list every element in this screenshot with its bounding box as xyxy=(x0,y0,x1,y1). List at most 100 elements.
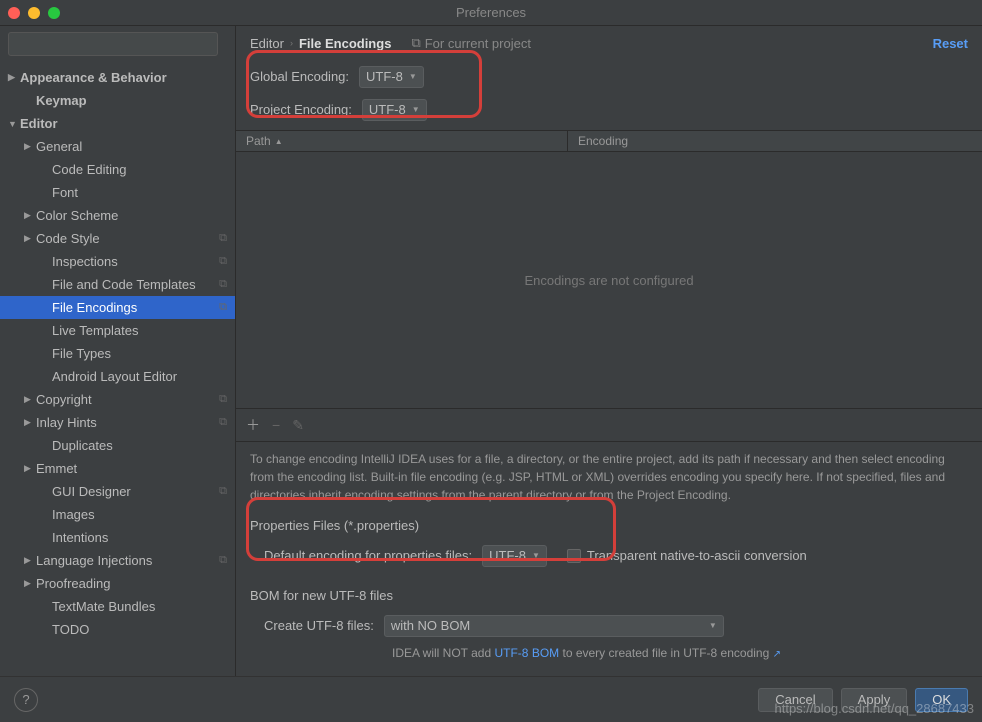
sidebar-item-copyright[interactable]: ▶Copyright⧉ xyxy=(0,388,235,411)
sidebar-item-label: GUI Designer xyxy=(52,484,219,499)
sidebar-item-textmate-bundles[interactable]: TextMate Bundles xyxy=(0,595,235,618)
edit-button[interactable]: ✎ xyxy=(292,417,304,434)
ok-button[interactable]: OK xyxy=(915,688,968,712)
settings-tree: ▶Appearance & BehaviorKeymap▼Editor▶Gene… xyxy=(0,62,235,676)
close-window-button[interactable] xyxy=(8,7,20,19)
properties-default-dropdown[interactable]: UTF-8 ▼ xyxy=(482,545,547,567)
sidebar-item-label: General xyxy=(36,139,227,154)
sidebar-item-label: Emmet xyxy=(36,461,227,476)
sidebar-item-label: Proofreading xyxy=(36,576,227,591)
empty-state-text: Encodings are not configured xyxy=(524,273,693,288)
project-scope-icon: ⧉ xyxy=(219,255,227,268)
chevron-down-icon: ▼ xyxy=(412,105,420,114)
sidebar-item-intentions[interactable]: Intentions xyxy=(0,526,235,549)
tree-arrow-icon: ▶ xyxy=(8,72,20,83)
search-input[interactable] xyxy=(8,32,218,56)
sidebar-item-editor[interactable]: ▼Editor xyxy=(0,112,235,135)
sidebar-item-label: File and Code Templates xyxy=(52,277,219,292)
create-utf8-dropdown[interactable]: with NO BOM ▼ xyxy=(384,615,724,637)
sidebar-item-file-types[interactable]: File Types xyxy=(0,342,235,365)
add-button[interactable]: ＋ xyxy=(246,415,260,435)
sidebar-item-label: Keymap xyxy=(36,93,227,108)
sidebar-item-images[interactable]: Images xyxy=(0,503,235,526)
sidebar-item-label: Code Editing xyxy=(52,162,227,177)
sidebar-item-android-layout-editor[interactable]: Android Layout Editor xyxy=(0,365,235,388)
chevron-down-icon: ▼ xyxy=(709,621,717,630)
sidebar-item-label: Copyright xyxy=(36,392,219,407)
maximize-window-button[interactable] xyxy=(48,7,60,19)
window-title: Preferences xyxy=(456,5,526,20)
sidebar-item-code-style[interactable]: ▶Code Style⧉ xyxy=(0,227,235,250)
remove-button[interactable]: − xyxy=(272,417,280,433)
transparent-ascii-checkbox[interactable] xyxy=(567,549,581,563)
project-scope-icon: ⧉ xyxy=(219,554,227,567)
tree-arrow-icon: ▼ xyxy=(8,119,20,129)
traffic-lights xyxy=(8,7,60,19)
sidebar-item-file-encodings[interactable]: File Encodings⧉ xyxy=(0,296,235,319)
sidebar-item-label: TextMate Bundles xyxy=(52,599,227,614)
column-path[interactable]: Path ▲ xyxy=(236,131,568,151)
bom-note: IDEA will NOT add UTF-8 BOM to every cre… xyxy=(236,642,982,664)
breadcrumb-page: File Encodings xyxy=(299,36,391,51)
tree-arrow-icon: ▶ xyxy=(24,463,36,474)
sidebar-item-file-and-code-templates[interactable]: File and Code Templates⧉ xyxy=(0,273,235,296)
properties-section-title: Properties Files (*.properties) xyxy=(236,512,982,539)
sidebar-item-label: Inlay Hints xyxy=(36,415,219,430)
global-encoding-dropdown[interactable]: UTF-8 ▼ xyxy=(359,66,424,88)
column-encoding[interactable]: Encoding xyxy=(568,131,638,151)
encodings-table-body: Encodings are not configured xyxy=(236,152,982,408)
sidebar-item-color-scheme[interactable]: ▶Color Scheme xyxy=(0,204,235,227)
titlebar: Preferences xyxy=(0,0,982,26)
footer: ? Cancel Apply OK xyxy=(0,676,982,722)
tree-arrow-icon: ▶ xyxy=(24,417,36,428)
tree-arrow-icon: ▶ xyxy=(24,141,36,152)
sidebar-item-label: Live Templates xyxy=(52,323,227,338)
sidebar-item-label: Editor xyxy=(20,116,227,131)
sidebar-item-label: Appearance & Behavior xyxy=(20,70,227,85)
tree-arrow-icon: ▶ xyxy=(24,555,36,566)
help-button[interactable]: ? xyxy=(14,688,38,712)
sidebar-item-font[interactable]: Font xyxy=(0,181,235,204)
project-scope-icon: ⧉ xyxy=(219,278,227,291)
tree-arrow-icon: ▶ xyxy=(24,210,36,221)
sidebar-item-proofreading[interactable]: ▶Proofreading xyxy=(0,572,235,595)
sidebar-item-inspections[interactable]: Inspections⧉ xyxy=(0,250,235,273)
sidebar-item-general[interactable]: ▶General xyxy=(0,135,235,158)
minimize-window-button[interactable] xyxy=(28,7,40,19)
project-encoding-label: Project Encoding: xyxy=(250,102,352,117)
global-encoding-label: Global Encoding: xyxy=(250,69,349,84)
project-encoding-dropdown[interactable]: UTF-8 ▼ xyxy=(362,99,427,121)
sidebar-item-duplicates[interactable]: Duplicates xyxy=(0,434,235,457)
project-scope-icon: ⧉ xyxy=(411,35,420,51)
bom-section-title: BOM for new UTF-8 files xyxy=(236,582,982,609)
sidebar-item-gui-designer[interactable]: GUI Designer⧉ xyxy=(0,480,235,503)
breadcrumb-root[interactable]: Editor xyxy=(250,36,284,51)
sidebar-item-language-injections[interactable]: ▶Language Injections⧉ xyxy=(0,549,235,572)
cancel-button[interactable]: Cancel xyxy=(758,688,832,712)
sidebar-item-label: Inspections xyxy=(52,254,219,269)
sidebar-item-todo[interactable]: TODO xyxy=(0,618,235,641)
sidebar-item-label: Duplicates xyxy=(52,438,227,453)
sidebar-item-appearance-behavior[interactable]: ▶Appearance & Behavior xyxy=(0,66,235,89)
sidebar-item-keymap[interactable]: Keymap xyxy=(0,89,235,112)
utf8-bom-link[interactable]: UTF-8 BOM xyxy=(494,646,559,660)
sidebar-item-label: Android Layout Editor xyxy=(52,369,227,384)
create-utf8-label: Create UTF-8 files: xyxy=(264,618,374,633)
apply-button[interactable]: Apply xyxy=(841,688,908,712)
sidebar-item-code-editing[interactable]: Code Editing xyxy=(0,158,235,181)
scope-note: ⧉ For current project xyxy=(411,35,531,51)
sidebar-item-label: Language Injections xyxy=(36,553,219,568)
sidebar-item-label: Images xyxy=(52,507,227,522)
project-scope-icon: ⧉ xyxy=(219,393,227,406)
tree-arrow-icon: ▶ xyxy=(24,394,36,405)
sidebar: ▶Appearance & BehaviorKeymap▼Editor▶Gene… xyxy=(0,26,236,676)
table-toolbar: ＋ − ✎ xyxy=(236,408,982,442)
sort-asc-icon: ▲ xyxy=(275,137,283,146)
sidebar-item-inlay-hints[interactable]: ▶Inlay Hints⧉ xyxy=(0,411,235,434)
reset-link[interactable]: Reset xyxy=(933,36,968,51)
chevron-down-icon: ▼ xyxy=(409,72,417,81)
project-scope-icon: ⧉ xyxy=(219,232,227,245)
sidebar-item-live-templates[interactable]: Live Templates xyxy=(0,319,235,342)
sidebar-item-emmet[interactable]: ▶Emmet xyxy=(0,457,235,480)
content-panel: Editor › File Encodings ⧉ For current pr… xyxy=(236,26,982,676)
